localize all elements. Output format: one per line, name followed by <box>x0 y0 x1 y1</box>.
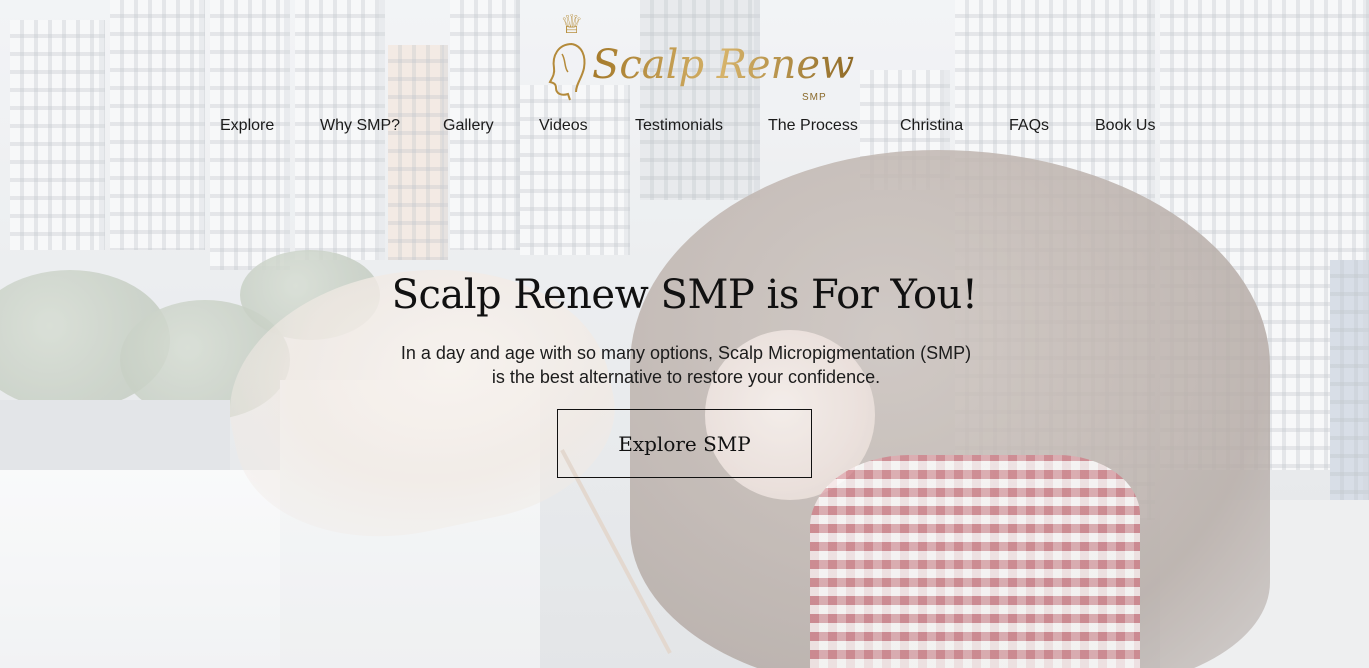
logo-subtext: SMP <box>802 92 827 103</box>
hero-subtitle: In a day and age with so many options, S… <box>400 343 972 387</box>
explore-smp-button-label: Explore SMP <box>618 431 751 456</box>
nav-item-why-smp[interactable]: Why SMP? <box>320 117 400 135</box>
main-nav: Explore Why SMP? Gallery Videos Testimon… <box>0 117 1369 139</box>
logo-wordmark: Scalp Renew <box>592 42 855 88</box>
nav-item-book-us[interactable]: Book Us <box>1095 117 1155 135</box>
nav-item-gallery[interactable]: Gallery <box>443 117 494 135</box>
nav-item-the-process[interactable]: The Process <box>768 117 858 135</box>
nav-item-testimonials[interactable]: Testimonials <box>635 117 723 135</box>
head-profile-icon <box>548 43 586 101</box>
brand-logo[interactable]: ♕ Scalp Renew SMP <box>540 10 854 104</box>
page: ♕ Scalp Renew SMP Explore Why SMP? Galle… <box>0 0 1369 668</box>
nav-item-explore[interactable]: Explore <box>220 117 274 135</box>
nav-item-videos[interactable]: Videos <box>539 117 588 135</box>
nav-item-christina[interactable]: Christina <box>900 117 963 135</box>
explore-smp-button[interactable]: Explore SMP <box>557 409 812 478</box>
crown-icon: ♕ <box>560 10 584 40</box>
nav-item-faqs[interactable]: FAQs <box>1009 117 1049 135</box>
hero-title: Scalp Renew SMP is For You! <box>391 272 978 318</box>
